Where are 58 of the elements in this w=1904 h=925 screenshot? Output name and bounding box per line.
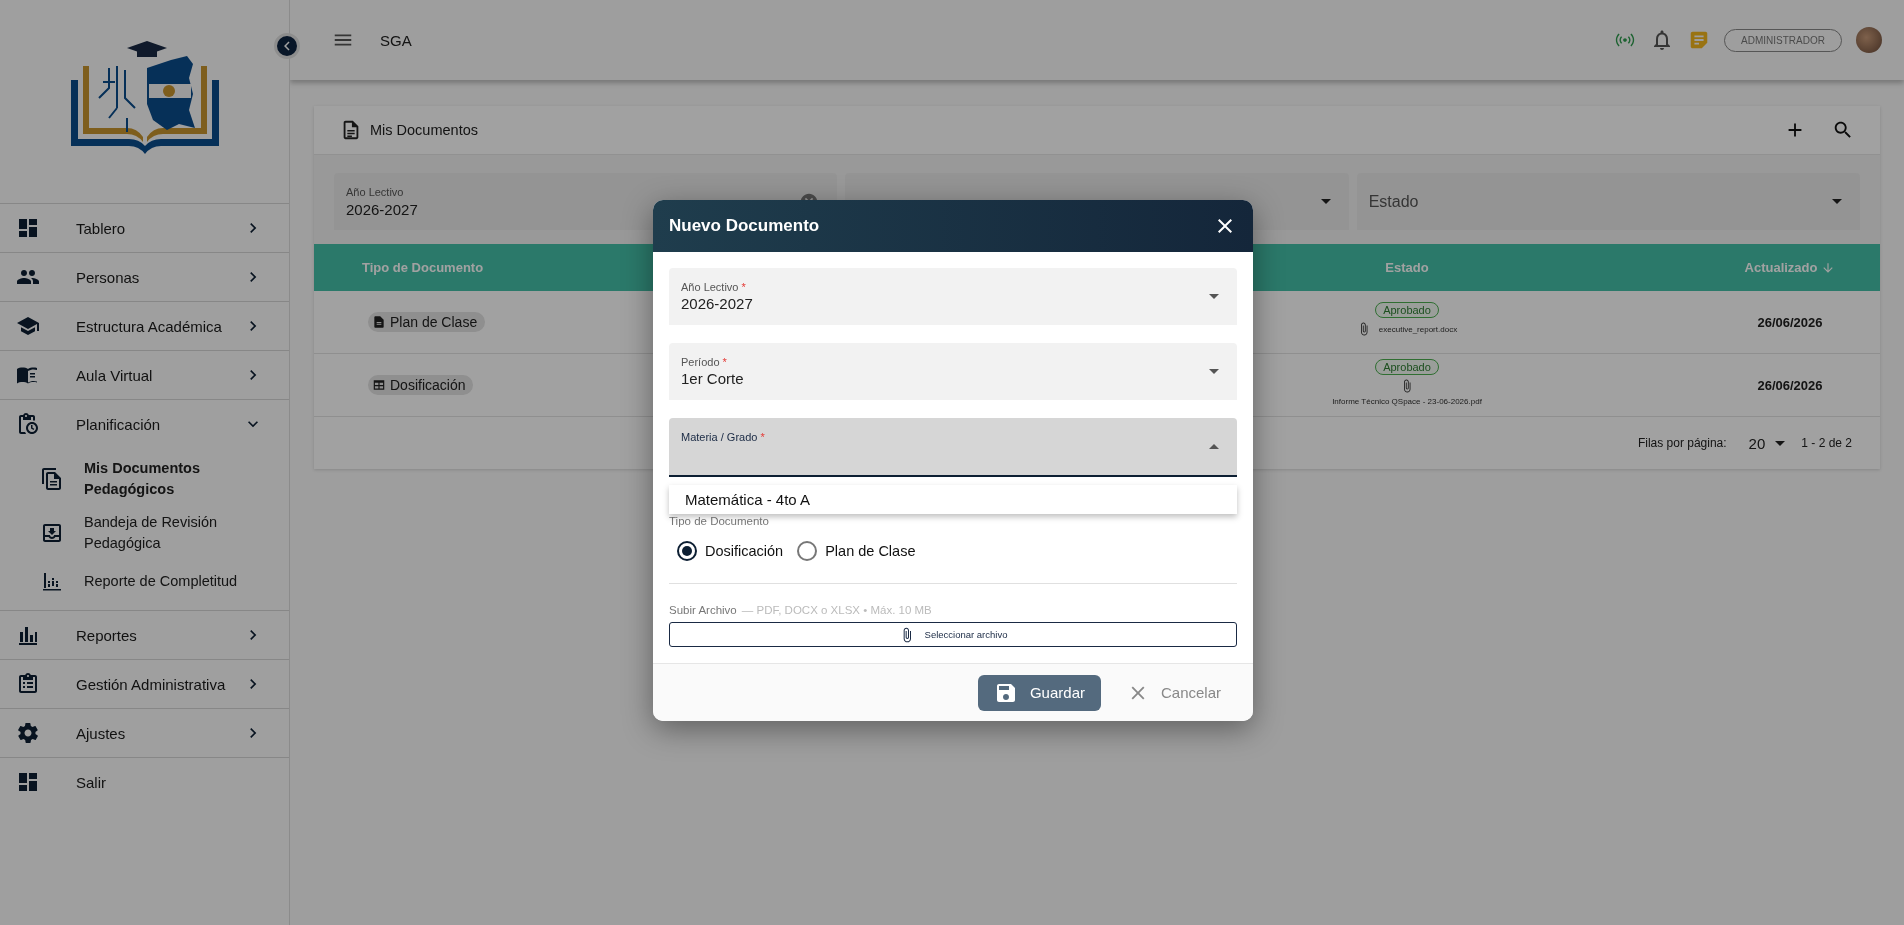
cancel-button[interactable]: Cancelar [1112, 674, 1235, 711]
document-icon [372, 315, 386, 329]
table-cell: 26/06/2026 [1757, 377, 1823, 393]
required-mark: * [760, 431, 765, 443]
field-label: Materia / Grado [681, 431, 758, 443]
inbox-icon [40, 521, 64, 545]
sidebar-item[interactable]: Personas [0, 252, 289, 301]
caret-down-icon [1775, 440, 1786, 446]
field-label: Tipo de Documento [669, 515, 770, 527]
page-range: 1 - 2 de 2 [1801, 436, 1852, 450]
sidebar-subitem[interactable]: Reporte de Completitud [0, 560, 289, 602]
select-file-button[interactable]: Seleccionar archivo [669, 622, 1237, 647]
sidebar-item[interactable]: Gestión Administrativa [0, 659, 289, 708]
sidebar-item[interactable]: Salir [0, 757, 289, 806]
dashboard-icon [16, 770, 40, 794]
table-cell: 26/06/2026 [1757, 314, 1823, 330]
file-link[interactable]: Informe Técnico QSpace - 23-06-2026.pdf [1332, 396, 1482, 406]
sidebar-item[interactable]: Reportes [0, 610, 289, 659]
sidebar-item[interactable]: Tablero [0, 203, 289, 252]
rows-per-page-label: Filas por página: [1637, 436, 1727, 450]
sidebar-subitem[interactable]: Mis Documentos Pedagógicos [0, 452, 289, 506]
select-field[interactable]: Año Lectivo * 2026-2027 [669, 268, 1237, 325]
collapse-button[interactable] [274, 33, 300, 59]
sidebar-item[interactable]: Aula Virtual [0, 350, 289, 399]
clipboard-clock-icon [16, 412, 40, 436]
sidebar-item[interactable]: Estructura Académica [0, 301, 289, 350]
radio-option[interactable]: Plan de Clase [797, 541, 916, 561]
avatar-icon[interactable] [1856, 27, 1882, 53]
radio-option[interactable]: Dosificación [677, 541, 784, 561]
required-mark: * [722, 356, 727, 368]
clipboard-list-icon [16, 672, 40, 696]
required-mark: * [741, 281, 746, 293]
gear-icon [16, 721, 40, 745]
select-field[interactable]: Materia / Grado * [669, 418, 1237, 477]
dashboard-icon [16, 216, 40, 240]
field-label: Año Lectivo [681, 281, 739, 293]
status-chip: Aprobado [1375, 302, 1439, 318]
table-icon [372, 378, 386, 392]
app-title: SGA [380, 31, 413, 49]
file-link[interactable]: executive_report.docx [1378, 324, 1458, 334]
dropdown-option[interactable]: Matemática - 4to A [669, 485, 1237, 514]
upload-label: Subir Archivo [669, 604, 737, 616]
document-type-chip: Dosificación [368, 375, 474, 395]
document-type-chip: Plan de Clase [368, 312, 486, 332]
upload-hint: — PDF, DOCX o XLSX • Máx. 10 MB [741, 604, 932, 616]
document-icon [40, 467, 64, 491]
sidebar-subitem[interactable]: Bandeja de Revisión Pedagógica [0, 506, 289, 560]
sidebar-item[interactable]: Ajustes [0, 708, 289, 757]
field-label: Período [681, 356, 720, 368]
save-button[interactable]: Guardar [977, 674, 1101, 711]
select-field[interactable]: Período * 1er Corte [669, 343, 1237, 400]
rows-per-page-select[interactable]: 20 [1738, 434, 1790, 452]
card-title: Mis Documentos [370, 122, 479, 138]
search-icon [1832, 119, 1854, 141]
filter-field[interactable]: Estado [1356, 173, 1860, 230]
status-chip: Aprobado [1375, 358, 1439, 375]
graduation-cap-icon [16, 314, 40, 338]
sidebar-item[interactable]: Planificación [0, 399, 289, 448]
